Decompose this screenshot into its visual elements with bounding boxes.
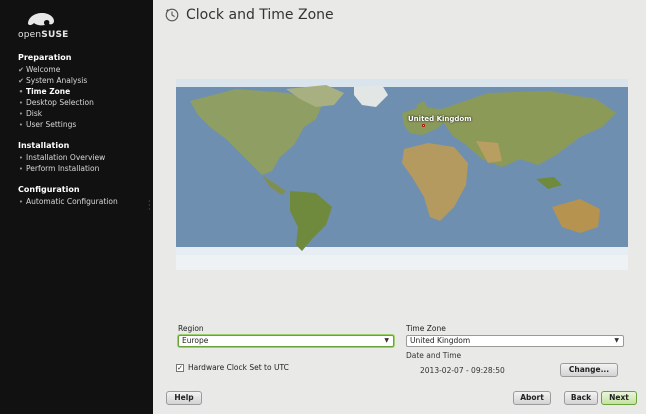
date-time-label: Date and Time xyxy=(406,351,462,360)
sidebar-splitter-handle[interactable]: · · · xyxy=(148,198,151,214)
hw-clock-utc-checkbox[interactable]: ✓ Hardware Clock Set to UTC xyxy=(176,363,289,372)
help-button[interactable]: Help xyxy=(166,391,202,405)
logo-prefix: open xyxy=(18,30,42,40)
world-map[interactable]: United Kingdom xyxy=(176,79,628,270)
timezone-label: Time Zone xyxy=(406,324,446,333)
main-content: Clock and Time Zone United Kingdom Regio… xyxy=(153,0,646,414)
page-header: Clock and Time Zone xyxy=(165,7,334,23)
timezone-value: United Kingdom xyxy=(410,336,471,345)
step-welcome: ✔ Welcome xyxy=(0,64,153,75)
logo-brand: SUSE xyxy=(41,30,69,40)
step-label: Time Zone xyxy=(26,87,71,96)
checkbox-checked-icon[interactable]: ✓ xyxy=(176,363,184,372)
back-button[interactable]: Back xyxy=(564,391,598,405)
change-datetime-button[interactable]: Change... xyxy=(560,363,618,377)
checkmark-icon: ✔ xyxy=(18,76,24,85)
next-button[interactable]: Next xyxy=(601,391,637,405)
region-select[interactable]: Europe ▼ xyxy=(178,335,394,347)
chameleon-icon xyxy=(28,13,54,26)
section-installation: Installation • Installation Overview • Per… xyxy=(0,140,153,174)
sidebar: openSUSE Preparation ✔ Welcome ✔ System An… xyxy=(0,0,153,414)
checkmark-icon: ✔ xyxy=(18,65,24,74)
step-time-zone: • Time Zone xyxy=(0,86,153,97)
install-steps: Preparation ✔ Welcome ✔ System Analysis • T… xyxy=(0,52,153,217)
step-automatic-configuration: • Automatic Configuration xyxy=(0,196,153,207)
dropdown-arrow-icon: ▼ xyxy=(384,337,389,344)
bullet-icon: • xyxy=(18,98,24,107)
world-map-graphic xyxy=(176,79,628,270)
step-label: Welcome xyxy=(26,65,61,74)
step-user-settings: • User Settings xyxy=(0,119,153,130)
step-label: Perform Installation xyxy=(26,164,100,173)
step-label: System Analysis xyxy=(26,76,88,85)
step-perform-installation: • Perform Installation xyxy=(0,163,153,174)
section-title: Preparation xyxy=(18,53,72,62)
bullet-icon: • xyxy=(18,164,24,173)
opensuse-logo: openSUSE xyxy=(18,12,68,40)
step-label: Desktop Selection xyxy=(26,98,94,107)
step-label: Disk xyxy=(26,109,43,118)
hw-clock-utc-label: Hardware Clock Set to UTC xyxy=(188,363,289,372)
region-value: Europe xyxy=(182,336,209,345)
bullet-icon: • xyxy=(18,87,24,96)
step-label: Installation Overview xyxy=(26,153,106,162)
date-time-value: 2013-02-07 - 09:28:50 xyxy=(420,366,505,375)
bullet-icon: • xyxy=(18,120,24,129)
region-label: Region xyxy=(178,324,204,333)
timezone-select[interactable]: United Kingdom ▼ xyxy=(406,335,624,347)
bullet-icon: • xyxy=(18,197,24,206)
page-title: Clock and Time Zone xyxy=(186,7,334,23)
section-title: Installation xyxy=(18,141,70,150)
bullet-icon: • xyxy=(18,153,24,162)
section-configuration: Configuration • Automatic Configuration xyxy=(0,184,153,207)
bullet-icon: • xyxy=(18,109,24,118)
step-desktop-selection: • Desktop Selection xyxy=(0,97,153,108)
step-disk: • Disk xyxy=(0,108,153,119)
logo-text: openSUSE xyxy=(18,30,68,40)
abort-button[interactable]: Abort xyxy=(513,391,551,405)
dropdown-arrow-icon: ▼ xyxy=(614,337,619,344)
step-installation-overview: • Installation Overview xyxy=(0,152,153,163)
map-marker-label: United Kingdom xyxy=(408,115,472,123)
location-marker-icon xyxy=(422,124,425,127)
step-label: User Settings xyxy=(26,120,77,129)
step-label: Automatic Configuration xyxy=(26,197,118,206)
clock-icon xyxy=(165,8,179,22)
section-preparation: Preparation ✔ Welcome ✔ System Analysis • T… xyxy=(0,52,153,130)
section-title: Configuration xyxy=(18,185,80,194)
step-system-analysis: ✔ System Analysis xyxy=(0,75,153,86)
